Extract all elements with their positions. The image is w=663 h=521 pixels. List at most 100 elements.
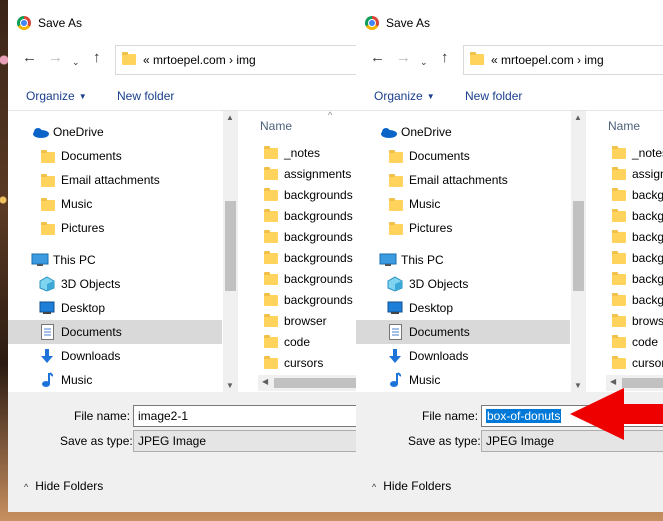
back-arrow-icon[interactable]: ←	[22, 50, 37, 66]
nav-pane-scrollbar[interactable]: ▲ ▼	[223, 111, 238, 392]
file-item[interactable]: browse	[612, 311, 663, 332]
nav-item-3d-objects[interactable]: 3D Objects	[8, 272, 222, 296]
organize-label: Organize	[374, 89, 423, 103]
address-bar[interactable]: « mrtoepel.com › img	[115, 45, 356, 75]
annotation-arrow-icon	[570, 388, 624, 440]
nav-item-documents-onedrive[interactable]: Documents	[8, 144, 222, 168]
nav-item-music[interactable]: Music	[8, 368, 222, 392]
folder-icon	[41, 174, 55, 187]
nav-item-email-attachments[interactable]: Email attachments	[8, 168, 222, 192]
nav-item-label: OneDrive	[401, 125, 452, 139]
scrollbar-thumb[interactable]	[225, 201, 236, 291]
file-name-input[interactable]: image2-1	[133, 405, 356, 427]
scrollbar-thumb[interactable]	[622, 378, 663, 388]
nav-item-label: Music	[409, 197, 441, 211]
file-item[interactable]: code	[612, 332, 658, 353]
file-item[interactable]: backgrounds	[264, 185, 353, 206]
back-arrow-icon[interactable]: ←	[370, 50, 385, 66]
folder-icon	[264, 209, 278, 223]
nav-item-documents-selected[interactable]: Documents	[356, 320, 570, 344]
address-bar[interactable]: « mrtoepel.com › img	[463, 45, 663, 75]
file-item[interactable]: backgrounds	[264, 269, 353, 290]
recent-locations-chevron-icon[interactable]: ⌄	[420, 54, 428, 70]
new-folder-button[interactable]: New folder	[117, 89, 174, 103]
scroll-left-arrow-icon[interactable]: ◀	[610, 377, 616, 386]
file-name: backgrounds	[284, 272, 353, 286]
nav-item-label: 3D Objects	[409, 277, 469, 291]
file-item[interactable]: cursors	[264, 353, 323, 374]
file-name: backgrounds	[284, 209, 353, 223]
file-list-horizontal-scrollbar[interactable]: ◀	[258, 375, 356, 391]
organize-button[interactable]: Organize ▼	[26, 89, 87, 103]
hide-folders-button[interactable]: ^ Hide Folders	[24, 479, 103, 493]
file-item[interactable]: assignments	[264, 164, 351, 185]
hide-folders-button[interactable]: ^ Hide Folders	[372, 479, 451, 493]
file-name: assignments	[284, 167, 352, 181]
file-item[interactable]: _notes	[264, 143, 320, 164]
file-item[interactable]: backgrounds	[264, 290, 353, 311]
scrollbar-thumb[interactable]	[573, 201, 584, 291]
nav-item-pictures[interactable]: Pictures	[356, 216, 570, 240]
scroll-left-arrow-icon[interactable]: ◀	[262, 377, 268, 386]
file-item[interactable]: backgrounds	[264, 206, 353, 227]
scroll-down-arrow-icon[interactable]: ▼	[226, 381, 234, 390]
nav-item-downloads[interactable]: Downloads	[8, 344, 222, 368]
scroll-up-arrow-icon[interactable]: ▲	[226, 113, 234, 122]
nav-item-label: Email attachments	[61, 173, 160, 187]
column-header-name[interactable]: Name	[608, 119, 640, 133]
file-item[interactable]: backgr	[612, 227, 663, 248]
file-name: backgrounds	[284, 251, 353, 265]
file-item[interactable]: backgr	[612, 206, 663, 227]
forward-arrow-icon[interactable]: →	[48, 50, 63, 66]
3d-objects-icon	[387, 276, 403, 292]
file-name: cursor	[632, 356, 663, 370]
file-item[interactable]: _notes	[612, 143, 663, 164]
nav-item-label: Desktop	[61, 301, 106, 315]
nav-item-email-attachments[interactable]: Email attachments	[356, 168, 570, 192]
nav-item-onedrive[interactable]: OneDrive	[356, 120, 570, 144]
scrollbar-thumb[interactable]	[274, 378, 356, 388]
file-item[interactable]: cursor	[612, 353, 663, 374]
nav-pane-scrollbar[interactable]: ▲ ▼	[571, 111, 586, 392]
file-item[interactable]: browser	[264, 311, 327, 332]
nav-item-pictures[interactable]: Pictures	[8, 216, 222, 240]
breadcrumb[interactable]: « mrtoepel.com › img	[143, 53, 256, 67]
nav-item-music-onedrive[interactable]: Music	[356, 192, 570, 216]
nav-item-documents-selected[interactable]: Documents	[8, 320, 222, 344]
column-header-name[interactable]: Name	[260, 119, 292, 133]
folder-icon	[612, 356, 626, 370]
file-item[interactable]: backgr	[612, 290, 663, 311]
scroll-up-arrow-icon[interactable]: ▲	[574, 113, 582, 122]
up-arrow-icon[interactable]: ↑	[441, 50, 449, 66]
forward-arrow-icon[interactable]: →	[396, 50, 411, 66]
new-folder-button[interactable]: New folder	[465, 89, 522, 103]
chevron-up-icon: ^	[372, 482, 377, 492]
recent-locations-chevron-icon[interactable]: ⌄	[72, 54, 80, 70]
nav-item-this-pc[interactable]: This PC	[356, 248, 570, 272]
save-as-type-select[interactable]: JPEG Image	[133, 430, 356, 452]
nav-item-music[interactable]: Music	[356, 368, 570, 392]
file-item[interactable]: backgr	[612, 185, 663, 206]
file-item[interactable]: backgrounds	[264, 227, 353, 248]
caret-down-icon: ▼	[426, 92, 435, 101]
breadcrumb[interactable]: « mrtoepel.com › img	[491, 53, 604, 67]
nav-item-onedrive[interactable]: OneDrive	[8, 120, 222, 144]
nav-item-desktop[interactable]: Desktop	[8, 296, 222, 320]
file-item[interactable]: backgr	[612, 248, 663, 269]
nav-item-desktop[interactable]: Desktop	[356, 296, 570, 320]
nav-item-music-onedrive[interactable]: Music	[8, 192, 222, 216]
nav-item-this-pc[interactable]: This PC	[8, 248, 222, 272]
folder-icon	[41, 198, 55, 211]
file-item[interactable]: backgrounds	[264, 248, 353, 269]
nav-item-3d-objects[interactable]: 3D Objects	[356, 272, 570, 296]
file-item[interactable]: backgr	[612, 269, 663, 290]
file-item[interactable]: code	[264, 332, 310, 353]
nav-item-downloads[interactable]: Downloads	[356, 344, 570, 368]
nav-item-label: Pictures	[61, 221, 105, 235]
folder-icon	[612, 335, 626, 349]
nav-item-documents-onedrive[interactable]: Documents	[356, 144, 570, 168]
organize-button[interactable]: Organize ▼	[374, 89, 435, 103]
chrome-icon	[365, 16, 379, 30]
file-item[interactable]: assign	[612, 164, 663, 185]
up-arrow-icon[interactable]: ↑	[93, 50, 101, 66]
